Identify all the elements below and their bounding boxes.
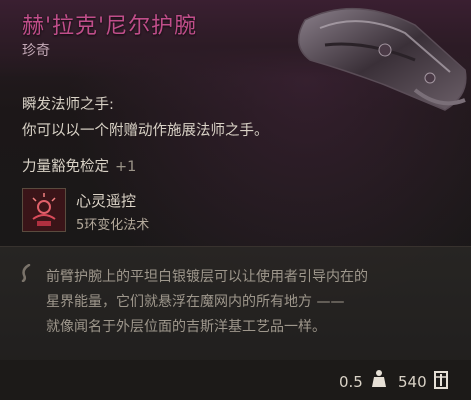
spell-name[interactable]: 心灵遥控 — [76, 190, 136, 211]
bracer-item-art — [297, 7, 467, 111]
weight-icon — [372, 370, 386, 387]
item-tooltip: 赫'拉克'尼尔护腕 珍奇 瞬发法师之手: 你可以以一个附赠动作施展法师之手。 力… — [0, 0, 471, 400]
property-description: 你可以以一个附赠动作施展法师之手。 — [22, 123, 269, 139]
item-rarity: 珍奇 — [22, 43, 50, 59]
save-bonus: 力量豁免检定 +1 — [22, 155, 136, 176]
quote-mark-icon — [21, 264, 31, 282]
save-bonus-label: 力量豁免检定 — [22, 159, 109, 175]
item-name: 赫'拉克'尼尔护腕 — [22, 14, 198, 39]
lore-line: 前臂护腕上的平坦白银镀层可以让使用者引导内在的 — [46, 269, 368, 285]
telekinesis-icon[interactable] — [22, 188, 66, 232]
lore-line: 就像闻名于外层位面的吉斯洋基工艺品一样。 — [46, 319, 326, 335]
item-price: 540 — [398, 373, 427, 391]
gold-coin-icon — [434, 371, 448, 389]
save-bonus-value: +1 — [115, 159, 137, 175]
property-name: 瞬发法师之手: — [22, 97, 114, 113]
spell-level-school: 5环变化法术 — [76, 218, 150, 233]
lore-line: 星界能量，它们就悬浮在魔网内的所有地方 —— — [46, 294, 345, 310]
item-weight: 0.5 — [339, 373, 363, 391]
